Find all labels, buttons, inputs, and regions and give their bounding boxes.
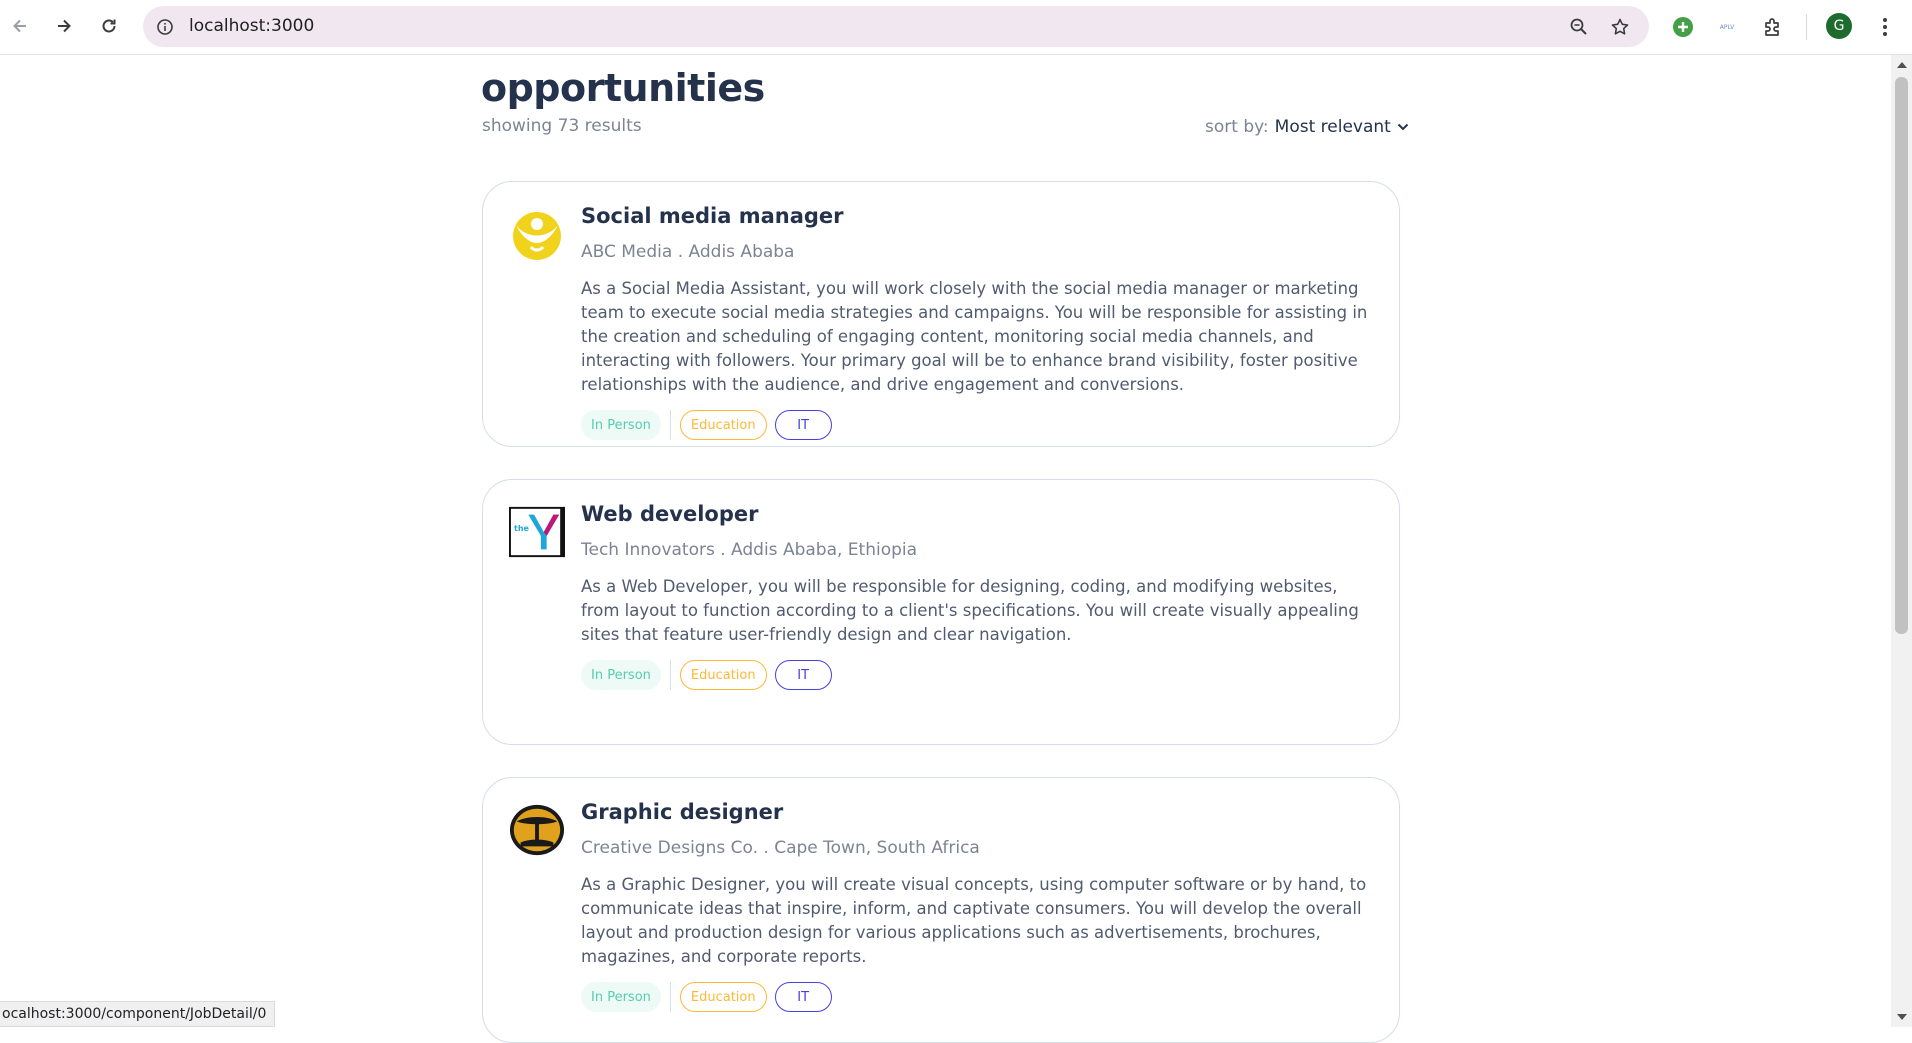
tag-divider [669, 410, 671, 440]
logo-text: the [514, 524, 529, 533]
job-tags: In Person Education IT [581, 982, 832, 1012]
page-scrollbar[interactable] [1891, 55, 1912, 1027]
extensions-menu-button[interactable] [1758, 12, 1788, 42]
job-card[interactable]: Graphic designer Creative Designs Co. . … [482, 777, 1400, 1043]
extension-button-green[interactable] [1668, 12, 1698, 42]
job-tags: In Person Education IT [581, 660, 832, 690]
company-logo: the [509, 504, 565, 560]
extension-label: APLV [1719, 23, 1735, 31]
link-status-bar: ocalhost:3000/component/JobDetail/0 [0, 1001, 276, 1027]
tag-it: IT [774, 982, 832, 1012]
sort-value[interactable]: Most relevant [1275, 117, 1391, 137]
job-company-location: Tech Innovators . Addis Ababa, Ethiopia [581, 540, 918, 560]
tag-education: Education [679, 982, 767, 1012]
url-text[interactable]: localhost:3000 [189, 16, 314, 36]
sort-label: sort by: [1205, 117, 1269, 137]
job-title[interactable]: Graphic designer [581, 800, 783, 824]
company-logo [509, 206, 565, 262]
scroll-down-button[interactable] [1891, 1009, 1912, 1025]
job-card[interactable]: Social media manager ABC Media . Addis A… [482, 181, 1400, 447]
job-title[interactable]: Web developer [581, 502, 758, 526]
tag-it: IT [774, 660, 832, 690]
job-description: As a Social Media Assistant, you will wo… [581, 279, 1368, 394]
tag-divider [669, 660, 671, 690]
scroll-up-button[interactable] [1891, 57, 1912, 73]
creative-designs-logo-icon [509, 804, 565, 856]
tag-it: IT [774, 410, 832, 440]
results-count: showing 73 results [482, 116, 642, 136]
tag-education: Education [679, 410, 767, 440]
star-icon [1611, 18, 1629, 35]
chevron-down-icon[interactable] [1397, 123, 1409, 131]
profile-avatar[interactable]: G [1826, 13, 1852, 39]
reload-icon [102, 19, 116, 33]
browser-toolbar: localhost:3000 APLV G [0, 0, 1912, 55]
address-bar[interactable]: localhost:3000 [143, 6, 1649, 47]
job-tags: In Person Education IT [581, 410, 832, 440]
scroll-thumb[interactable] [1895, 77, 1908, 634]
site-info-button[interactable] [151, 13, 179, 41]
toolbar-divider [1806, 14, 1807, 40]
tag-in-person: In Person [581, 982, 661, 1012]
site-info-icon [157, 19, 173, 35]
back-arrow-icon [13, 19, 26, 33]
extension-button-aplv[interactable]: APLV [1712, 12, 1742, 42]
page-title: opportunities [481, 66, 765, 110]
job-card[interactable]: the Web developer Tech Innovators . Addi… [482, 479, 1400, 745]
zoom-button[interactable] [1565, 13, 1593, 41]
extensions-puzzle-icon [1765, 18, 1779, 36]
sort-control[interactable]: sort by: Most relevant [1205, 117, 1409, 137]
job-company-location: Creative Designs Co. . Cape Town, South … [581, 838, 980, 858]
scroll-down-icon [1896, 1014, 1907, 1020]
back-button[interactable] [6, 12, 34, 40]
menu-dots-icon [1883, 18, 1887, 36]
reload-button[interactable] [95, 12, 123, 40]
extension-plus-icon [1673, 17, 1693, 37]
zoom-icon [1570, 18, 1587, 35]
tag-education: Education [679, 660, 767, 690]
forward-arrow-icon [58, 19, 71, 33]
tag-in-person: In Person [581, 410, 661, 440]
scroll-up-icon [1896, 62, 1907, 68]
job-title[interactable]: Social media manager [581, 204, 844, 228]
abc-media-logo-icon [513, 212, 561, 260]
tag-in-person: In Person [581, 660, 661, 690]
bookmark-button[interactable] [1606, 13, 1634, 41]
job-description: As a Web Developer, you will be responsi… [581, 577, 1359, 644]
tag-divider [669, 982, 671, 1012]
job-company-location: ABC Media . Addis Ababa [581, 242, 795, 262]
forward-button[interactable] [50, 12, 78, 40]
browser-menu-button[interactable] [1870, 12, 1900, 42]
job-description: As a Graphic Designer, you will create v… [581, 875, 1367, 966]
company-logo [509, 802, 565, 858]
